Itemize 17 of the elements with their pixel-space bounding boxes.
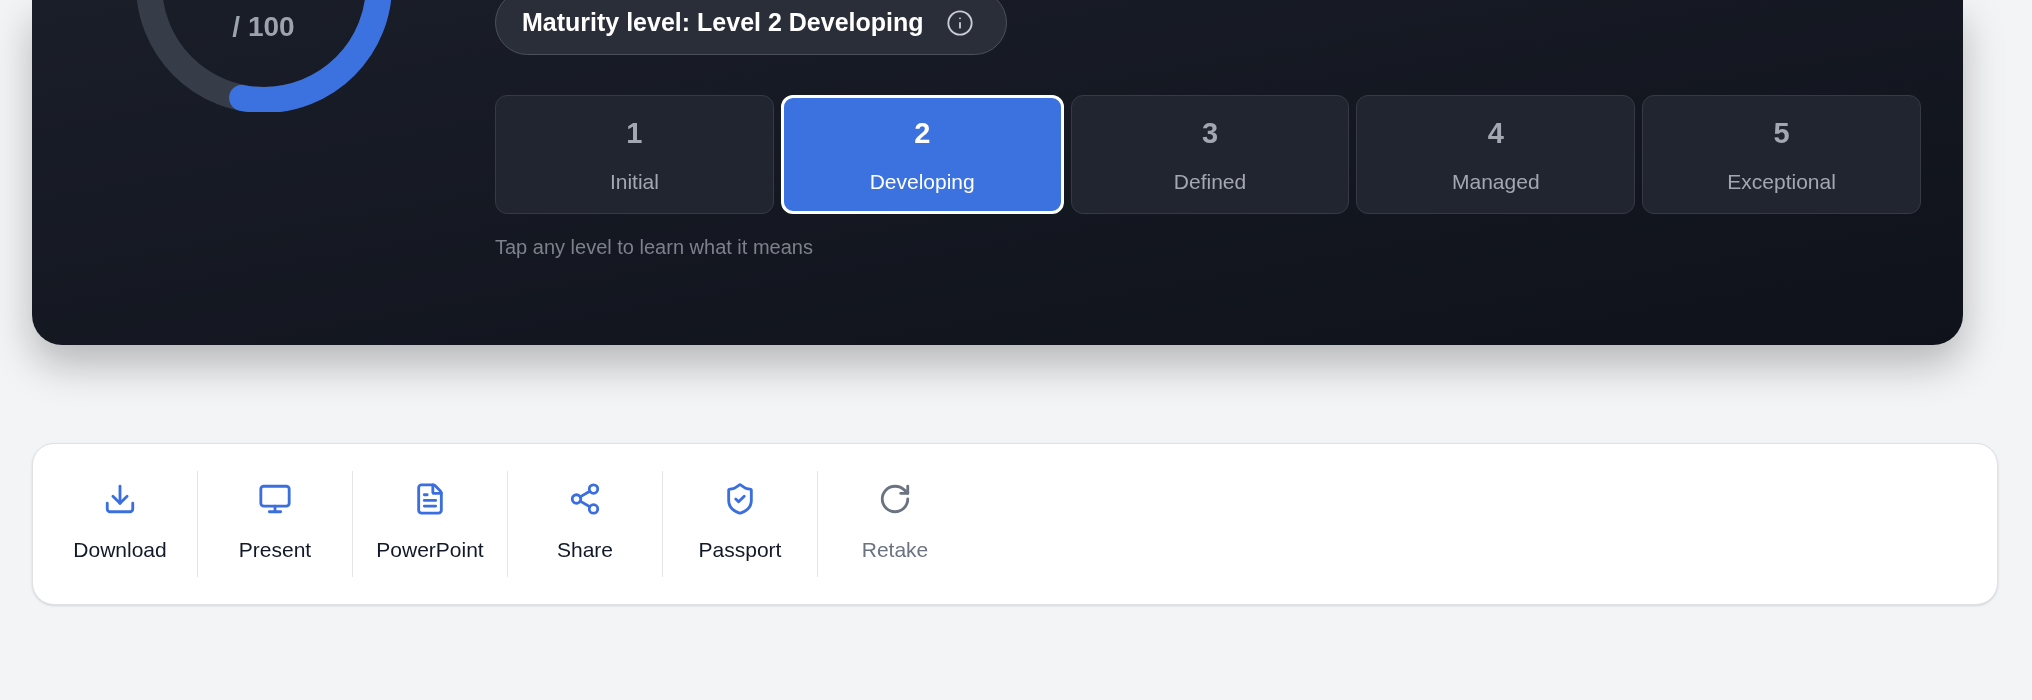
levels-hint: Tap any level to learn what it means — [495, 235, 814, 260]
info-icon[interactable] — [945, 8, 974, 37]
level-tab[interactable]: 3 Defined — [1070, 95, 1350, 214]
level-tab[interactable]: 2 Developing — [780, 95, 1064, 214]
share-icon — [568, 482, 602, 517]
maturity-label: Maturity level: Level 2 Developing — [522, 6, 924, 38]
action-button[interactable]: Share — [508, 469, 662, 579]
score-suffix: / 100 — [231, 10, 296, 44]
level-tab[interactable]: 4 Managed — [1356, 95, 1636, 214]
level-tab[interactable]: 5 Exceptional — [1642, 95, 1921, 214]
action-button[interactable]: Passport — [663, 469, 817, 579]
action-button[interactable]: Download — [43, 469, 197, 579]
action-button[interactable]: PowerPoint — [353, 469, 507, 579]
level-tab[interactable]: 1 Initial — [495, 95, 774, 214]
action-button[interactable]: Present — [198, 469, 352, 579]
maturity-pill[interactable]: Maturity level: Level 2 Developing — [495, 0, 1007, 55]
action-button[interactable]: Retake — [818, 469, 972, 579]
